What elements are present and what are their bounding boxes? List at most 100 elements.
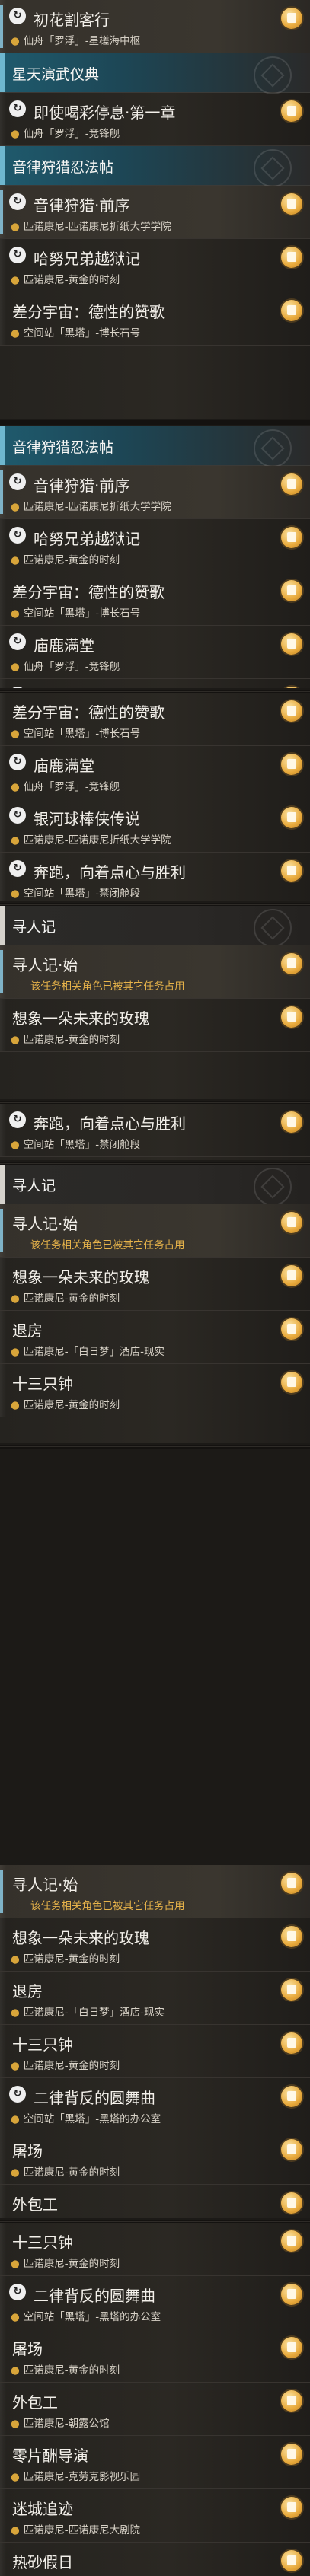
quest-row[interactable]: ↻银河球棒侠传说●匹诺康尼-匹诺康尼折纸大学学院 [0, 799, 310, 853]
reward-badge-icon [281, 2086, 302, 2107]
quest-location-text: 匹诺康尼-黄金的时刻 [23, 2364, 120, 2377]
category-header[interactable]: 音律狩猎忍法帖 [0, 426, 310, 467]
quest-location: ● 匹诺康尼-匹诺康尼大剧院 [11, 2521, 140, 2536]
quest-type-icon: ↻ [9, 247, 26, 263]
quest-row[interactable]: ↻ 二律背反的圆舞曲 ● 空间站「黑塔」-黑塔的办公室 [0, 2276, 310, 2329]
selected-indicator [0, 470, 3, 514]
quest-location-text: 匹诺康尼-朝露公馆 [23, 2418, 110, 2430]
quest-title: 想象一朵未来的玫瑰 [12, 1929, 149, 1947]
quest-row[interactable]: 想象一朵未来的玫瑰 ● 匹诺康尼-黄金的时刻 [0, 1258, 310, 1311]
quest-row[interactable]: ↻银河球棒侠传说●匹诺康尼-匹诺康尼折纸大学学院 [0, 679, 310, 688]
quest-row[interactable]: 十三只钟 ● 匹诺康尼-黄金的时刻 [0, 2223, 310, 2276]
location-pin-icon: ● [11, 2364, 20, 2377]
quest-row[interactable]: 外包工 ●匹诺康尼-朝露公馆 [0, 2185, 310, 2218]
quest-row[interactable]: 寻人记·始 该任务相关角色已被其它任务占用 [0, 945, 310, 999]
quest-row[interactable]: 零片酬导演 ● 匹诺康尼-克劳克影视乐园 [0, 2436, 310, 2489]
reward-badge-icon [281, 1111, 302, 1133]
location-pin-icon: ● [11, 728, 20, 740]
quest-row[interactable]: 十三只钟 ● 匹诺康尼-黄金的时刻 [0, 2025, 310, 2078]
quest-row[interactable]: 想象一朵未来的玫瑰 ● 匹诺康尼-黄金的时刻 [0, 1918, 310, 1972]
quest-location: ● 匹诺康尼-黄金的时刻 [11, 1031, 120, 1046]
quest-row[interactable]: 屠场 ● 匹诺康尼-黄金的时刻 [0, 2131, 310, 2185]
quest-row[interactable]: 差分宇宙：德性的赞歌 ● 空间站「黑塔」-博长石号 [0, 693, 310, 746]
quest-row[interactable]: ↻ 音律狩猎·前序 ● 匹诺康尼-匹诺康尼折纸大学学院 [0, 466, 310, 519]
location-pin-icon: ● [11, 2418, 20, 2430]
location-pin-icon: ● [11, 888, 20, 900]
quest-title: 奔跑，向着点心与胜利 [34, 1114, 186, 1133]
quest-type-icon: ↻ [9, 807, 26, 824]
quest-row[interactable]: ↻ 庙鹿满堂 ● 仙舟「罗浮」-竞锋舰 [0, 626, 310, 679]
selected-indicator [0, 5, 3, 48]
location-pin-icon: ● [11, 2524, 20, 2536]
quest-type-icon: ↻ [9, 527, 26, 544]
selected-indicator [0, 1209, 3, 1252]
reward-badge-icon [281, 2230, 302, 2252]
reward-badge-icon [281, 473, 302, 495]
location-pin-icon: ● [11, 607, 20, 620]
location-pin-icon: ● [11, 1346, 20, 1358]
quest-title: 十三只钟 [12, 1375, 73, 1393]
quest-location: ● 空间站「黑塔」-博长石号 [11, 324, 140, 340]
quest-row[interactable]: ↻ 二律背反的圆舞曲 ● 空间站「黑塔」-黑塔的办公室 [0, 2078, 310, 2131]
category-header[interactable]: 寻人记 [0, 1165, 310, 1206]
quest-title: 音律狩猎·前序 [34, 477, 130, 495]
quest-row[interactable]: ↻ 哈努兄弟越狱记 ● 匹诺康尼-黄金的时刻 [0, 519, 310, 572]
category-header[interactable]: 星天演武仪典 [0, 53, 310, 94]
quest-warning-text: 该任务相关角色已被其它任务占用 [30, 980, 185, 993]
quest-warning-text: 该任务相关角色已被其它任务占用 [30, 1900, 185, 1912]
row-edge [0, 746, 6, 799]
quest-location: ● 匹诺康尼-「白日梦」酒店-现实 [11, 1343, 165, 1358]
quest-row[interactable]: 差分宇宙：德性的赞歌 ● 空间站「黑塔」-博长石号 [0, 292, 310, 346]
quest-row[interactable]: 十三只钟 ● 匹诺康尼-黄金的时刻 [0, 1364, 310, 1417]
quest-location-text: 匹诺康尼-黄金的时刻 [23, 1953, 120, 1965]
quest-location: ● 匹诺康尼-黄金的时刻 [11, 1396, 120, 1411]
quest-title: 音律狩猎·前序 [34, 196, 130, 215]
reward-badge-icon [281, 687, 302, 688]
quest-row[interactable]: 迷城追迹 ● 匹诺康尼-匹诺康尼大剧院 [0, 2489, 310, 2543]
quest-location: ●匹诺康尼-克劳克影视乐园 [11, 2468, 140, 2483]
quest-row[interactable]: ↻ 哈努兄弟越狱记 ● 匹诺康尼-黄金的时刻 [0, 239, 310, 292]
quest-row[interactable]: 退房 ● 匹诺康尼-「白日梦」酒店-现实 [0, 1972, 310, 2025]
quest-location: ● 空间站「黑塔」-博长石号 [11, 725, 140, 740]
location-pin-icon: ● [11, 2060, 20, 2072]
quest-row[interactable]: 退房 ● 匹诺康尼-「白日梦」酒店-现实 [0, 1311, 310, 1364]
quest-row[interactable]: 寻人记·始 该任务相关角色已被其它任务占用 [0, 1865, 310, 1918]
quest-location: ● 仙舟「罗浮」-竞锋舰 [11, 125, 120, 140]
quest-location-text: 匹诺康尼-匹诺康尼折纸大学学院 [23, 501, 171, 513]
row-edge [0, 2276, 6, 2329]
category-accent-bar [0, 906, 5, 945]
row-edge [0, 292, 6, 345]
quest-list-segment: 寻人记 寻人记·始 该任务相关角色已被其它任务占用 想象一朵未来的玫瑰 ● 匹诺康尼-黄金… [0, 1165, 310, 1443]
category-emblem-icon [254, 149, 292, 187]
quest-location: ● 匹诺康尼-匹诺康尼折纸大学学院 [11, 218, 171, 233]
location-pin-icon: ● [11, 327, 20, 340]
category-title: 音律狩猎忍法帖 [12, 159, 114, 176]
quest-row[interactable]: ↻ 庙鹿满堂 ● 仙舟「罗浮」-竞锋舰 [0, 746, 310, 799]
quest-row[interactable]: ↻ 奔跑，向着点心与胜利 ● 空间站「黑塔」-禁闭舱段 [0, 853, 310, 901]
category-title: 星天演武仪典 [12, 66, 100, 83]
quest-title: 想象一朵未来的玫瑰 [12, 1268, 149, 1286]
reward-badge-icon [281, 2284, 302, 2305]
quest-row[interactable]: ↻ 音律狩猎·前序 ● 匹诺康尼-匹诺康尼折纸大学学院 [0, 186, 310, 239]
reward-badge-icon [281, 8, 302, 29]
quest-row[interactable]: 寻人记·始 该任务相关角色已被其它任务占用 [0, 1204, 310, 1258]
quest-row[interactable]: 热砂假日●匹诺康尼-克劳克影视乐园 [0, 2543, 310, 2576]
quest-row[interactable]: 想象一朵未来的玫瑰 ● 匹诺康尼-黄金的时刻 [0, 999, 310, 1052]
quest-location: ●匹诺康尼-朝露公馆 [11, 2217, 110, 2218]
quest-row[interactable]: 屠场 ● 匹诺康尼-黄金的时刻 [0, 2329, 310, 2383]
reward-badge-icon [281, 1318, 302, 1340]
quest-location: ● 匹诺康尼-匹诺康尼折纸大学学院 [11, 498, 171, 513]
location-pin-icon: ● [11, 1139, 20, 1151]
reward-badge-icon [281, 527, 302, 548]
category-header[interactable]: 寻人记 [0, 906, 310, 947]
quest-row[interactable]: ↻ 即使喝彩停息·第一章 ● 仙舟「罗浮」-竞锋舰 [0, 93, 310, 146]
quest-row[interactable]: ↻ 初花割客行 ● 仙舟「罗浮」-星槎海中枢 [0, 0, 310, 53]
quest-location-text: 匹诺康尼-黄金的时刻 [23, 2258, 120, 2270]
category-emblem-icon [254, 56, 292, 94]
location-pin-icon: ● [11, 554, 20, 566]
quest-row[interactable]: ↻ 奔跑，向着点心与胜利 ● 空间站「黑塔」-禁闭舱段 [0, 1104, 310, 1157]
quest-row[interactable]: 差分宇宙：德性的赞歌 ● 空间站「黑塔」-博长石号 [0, 572, 310, 626]
category-header[interactable]: 音律狩猎忍法帖 [0, 146, 310, 187]
quest-row[interactable]: 外包工 ●匹诺康尼-朝露公馆 [0, 2383, 310, 2436]
quest-location: ● 仙舟「罗浮」-竞锋舰 [11, 658, 120, 673]
